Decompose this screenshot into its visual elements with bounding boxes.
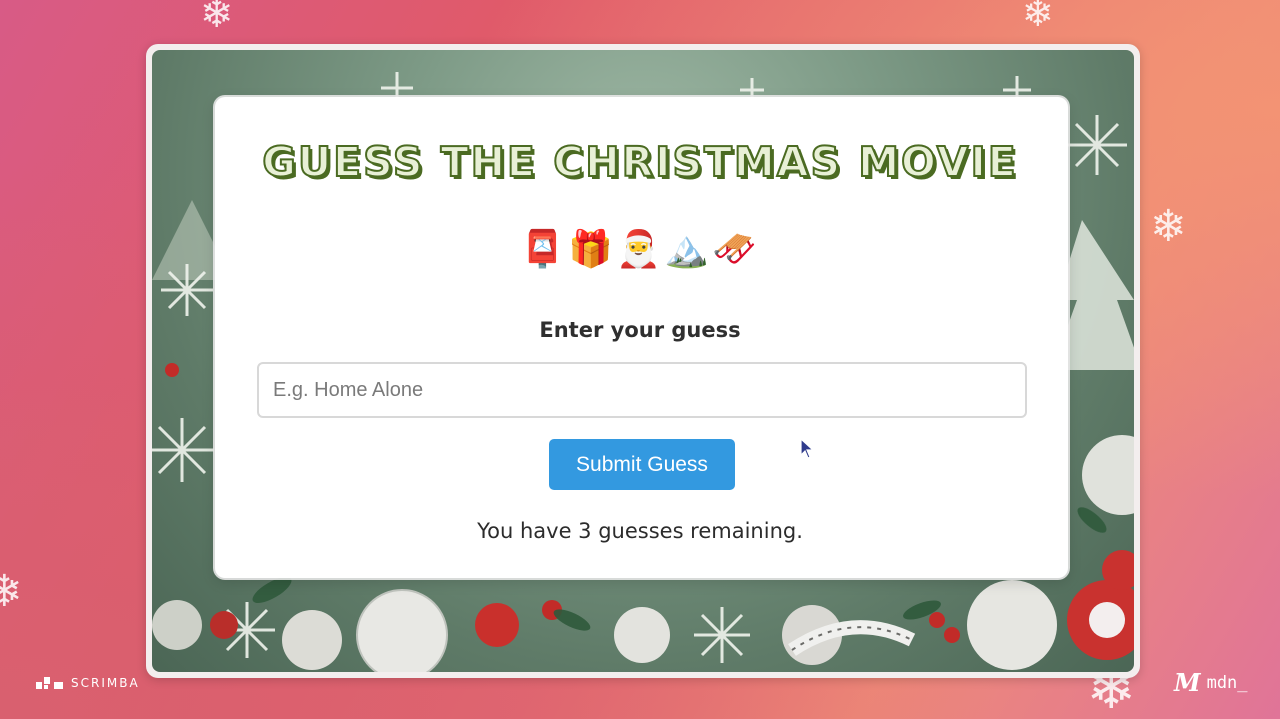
- snowflake-icon: ❄: [1022, 0, 1054, 35]
- mountain-emoji-icon: 🏔️: [664, 229, 717, 270]
- postbox-emoji-icon: 📮: [520, 229, 573, 270]
- mouse-pointer-icon: [800, 438, 815, 459]
- submit-guess-button[interactable]: Submit Guess: [549, 439, 735, 490]
- snowflake-icon: ❄: [200, 0, 234, 37]
- snowflake-icon: ❄: [0, 566, 23, 617]
- guess-input[interactable]: [257, 362, 1027, 418]
- scrimba-brand: SCRIMBA: [36, 676, 140, 690]
- scrimba-logo-icon: [36, 677, 63, 689]
- mdn-brand: M mdn_: [1174, 668, 1248, 697]
- emoji-clue: 📮🎁🎅🏔️🛷: [0, 228, 1280, 270]
- gift-emoji-icon: 🎁: [568, 229, 621, 270]
- sled-emoji-icon: 🛷: [712, 229, 765, 270]
- scrimba-wordmark: SCRIMBA: [71, 676, 140, 690]
- guess-label: Enter your guess: [539, 318, 741, 342]
- page-title: Guess the Christmas Movie: [261, 137, 1018, 187]
- mdn-logo-icon: M: [1174, 668, 1201, 697]
- mdn-wordmark: mdn_: [1206, 672, 1248, 693]
- santa-emoji-icon: 🎅: [616, 229, 669, 270]
- screen: ❄ ❄ ❄ ❄ ❄ GUESS THE CHRISTMAS MOVIE 📮🎁🎅🏔…: [0, 0, 1280, 719]
- guesses-remaining-text: You have 3 guesses remaining.: [477, 519, 803, 543]
